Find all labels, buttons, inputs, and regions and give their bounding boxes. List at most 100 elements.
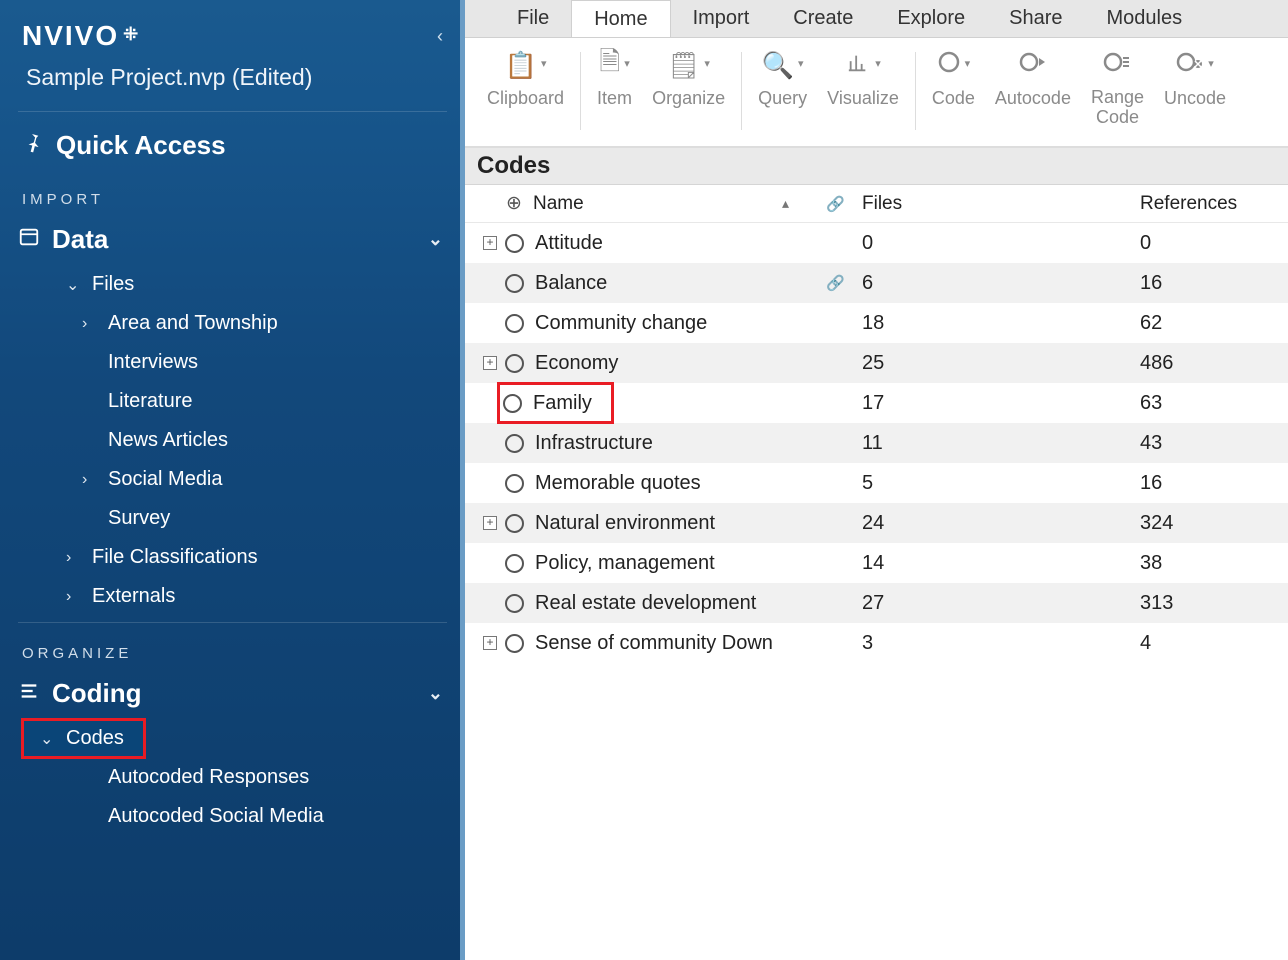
code-circle-icon (505, 354, 524, 373)
data-icon (18, 224, 40, 255)
menubar: File Home Import Create Explore Share Mo… (465, 0, 1288, 38)
code-circle-icon (503, 394, 522, 413)
tab-home[interactable]: Home (571, 0, 670, 37)
ribbon-rangecode[interactable]: RangeCode (1081, 44, 1154, 146)
col-name[interactable]: Name (527, 193, 782, 215)
code-name: Family (533, 392, 592, 414)
code-row[interactable]: +Attitude00 (465, 223, 1288, 263)
code-circle-icon (505, 434, 524, 453)
code-row[interactable]: Real estate development27313 (465, 583, 1288, 623)
coding-icon (18, 678, 40, 709)
import-section-label: IMPORT (0, 171, 465, 216)
code-row[interactable]: +Economy25486 (465, 343, 1288, 383)
add-icon[interactable]: ⊕ (506, 193, 522, 214)
sidebar-item-codes[interactable]: ⌄Codes (22, 719, 145, 758)
separator (915, 52, 916, 130)
tab-file[interactable]: File (495, 0, 571, 37)
code-row[interactable]: Policy, management1438 (465, 543, 1288, 583)
code-name: Sense of community Down (535, 632, 773, 654)
sidebar-item-literature[interactable]: Literature (0, 382, 465, 421)
sidebar-item-autocoded-responses[interactable]: Autocoded Responses (0, 758, 465, 797)
references-count: 16 (1140, 272, 1288, 295)
files-count: 27 (862, 592, 1140, 615)
expand-icon[interactable]: + (483, 636, 497, 650)
ribbon-item[interactable]: 🗎▾ Item (587, 44, 642, 146)
collapse-sidebar-icon[interactable]: ‹ (437, 26, 443, 47)
sidebar-item-files[interactable]: ⌄Files (0, 265, 465, 304)
code-name: Economy (535, 352, 618, 374)
tab-share[interactable]: Share (987, 0, 1084, 37)
organize-section-label: ORGANIZE (0, 625, 465, 670)
tab-create[interactable]: Create (771, 0, 875, 37)
expand-icon[interactable]: + (483, 516, 497, 530)
divider (18, 111, 447, 112)
sidebar-item-externals[interactable]: ›Externals (0, 577, 465, 616)
rangecode-icon (1103, 50, 1131, 81)
tab-import[interactable]: Import (671, 0, 772, 37)
code-circle-icon (505, 474, 524, 493)
sidebar-item-interviews[interactable]: Interviews (0, 343, 465, 382)
tab-modules[interactable]: Modules (1085, 0, 1205, 37)
expand-icon[interactable]: + (483, 236, 497, 250)
codes-grid: ⊕ Name ▴ 🔗 Files References +Attitude00B… (465, 185, 1288, 960)
code-row[interactable]: Memorable quotes516 (465, 463, 1288, 503)
grid-header: ⊕ Name ▴ 🔗 Files References (465, 185, 1288, 223)
code-row[interactable]: Infrastructure1143 (465, 423, 1288, 463)
expand-icon[interactable]: + (483, 356, 497, 370)
ribbon-uncode[interactable]: ▾ Uncode (1154, 44, 1236, 146)
files-count: 6 (862, 272, 1140, 295)
code-row[interactable]: Family1763 (465, 383, 1288, 423)
code-circle-icon (505, 514, 524, 533)
col-files[interactable]: Files (862, 193, 1140, 215)
files-count: 11 (862, 432, 1140, 455)
sidebar-item-news[interactable]: News Articles (0, 421, 465, 460)
code-circle-icon (505, 554, 524, 573)
ribbon-autocode[interactable]: Autocode (985, 44, 1081, 146)
ribbon-code[interactable]: ▾ Code (922, 44, 985, 146)
sidebar-item-social[interactable]: ›Social Media (0, 460, 465, 499)
sidebar: NVIVO⁜ ‹ Sample Project.nvp (Edited) Qui… (0, 0, 465, 960)
coding-section[interactable]: Coding ⌄ (0, 670, 465, 715)
ribbon-visualize[interactable]: ▾ Visualize (817, 44, 909, 146)
code-name: Balance (535, 272, 607, 294)
quick-access[interactable]: Quick Access (0, 114, 465, 171)
link-icon: 🔗 (826, 275, 845, 292)
sidebar-item-fileclass[interactable]: ›File Classifications (0, 538, 465, 577)
code-row[interactable]: Community change1862 (465, 303, 1288, 343)
code-row[interactable]: +Sense of community Down34 (465, 623, 1288, 663)
col-refs[interactable]: References (1140, 193, 1288, 215)
project-name: Sample Project.nvp (Edited) (0, 58, 465, 105)
ribbon: 📋▾ Clipboard 🗎▾ Item 🗒▾ Organize 🔍▾ Quer… (465, 38, 1288, 148)
sidebar-item-area[interactable]: ›Area and Township (0, 304, 465, 343)
logo-dots-icon: ⁜ (123, 24, 136, 45)
code-circle-icon (505, 594, 524, 613)
dropdown-caret-icon: ▾ (798, 57, 804, 70)
code-circle-icon (505, 274, 524, 293)
code-name: Attitude (535, 232, 603, 254)
code-circle-icon (505, 634, 524, 653)
references-count: 63 (1140, 392, 1288, 415)
ribbon-clipboard[interactable]: 📋▾ Clipboard (477, 44, 574, 146)
ribbon-organize[interactable]: 🗒▾ Organize (642, 44, 735, 146)
chevron-right-icon: › (82, 315, 98, 333)
ribbon-query[interactable]: 🔍▾ Query (748, 44, 817, 146)
code-row[interactable]: Balance 🔗 616 (465, 263, 1288, 303)
data-section[interactable]: Data ⌄ (0, 216, 465, 261)
references-count: 62 (1140, 312, 1288, 335)
sort-asc-icon[interactable]: ▴ (782, 195, 789, 211)
chevron-right-icon: › (66, 549, 82, 567)
chevron-down-icon: ⌄ (40, 729, 56, 749)
code-row[interactable]: +Natural environment24324 (465, 503, 1288, 543)
tab-explore[interactable]: Explore (875, 0, 987, 37)
references-count: 313 (1140, 592, 1288, 615)
sidebar-item-survey[interactable]: Survey (0, 499, 465, 538)
sidebar-item-autocoded-social[interactable]: Autocoded Social Media (0, 797, 465, 836)
divider (18, 622, 447, 623)
files-count: 24 (862, 512, 1140, 535)
references-count: 0 (1140, 232, 1288, 255)
files-count: 3 (862, 632, 1140, 655)
references-count: 486 (1140, 352, 1288, 375)
sidebar-scrollbar[interactable] (460, 0, 465, 960)
chevron-right-icon: › (82, 471, 98, 489)
autocode-icon (1019, 50, 1047, 81)
